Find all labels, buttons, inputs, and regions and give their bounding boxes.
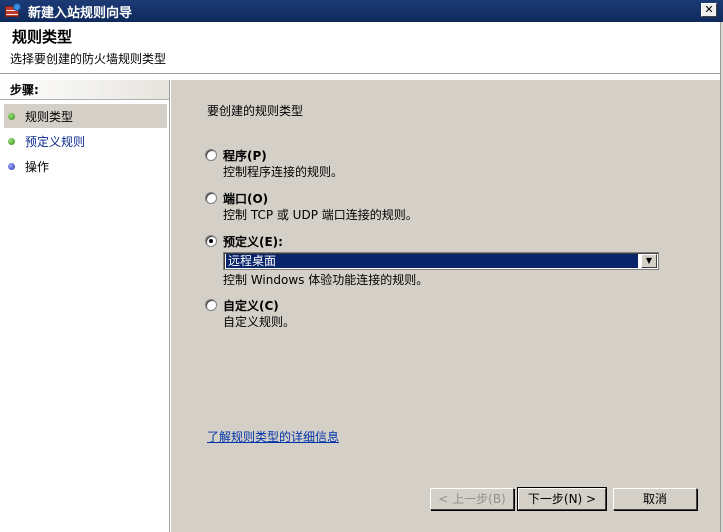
step-label: 预定义规则 [25, 134, 86, 149]
page-subtitle: 选择要创建的防火墙规则类型 [10, 52, 167, 66]
option-description: 控制 Windows 体验功能连接的规则。 [223, 273, 429, 287]
step-complete-icon [8, 112, 15, 120]
rule-type-prompt: 要创建的规则类型 [207, 104, 304, 118]
custom-radio[interactable] [205, 299, 217, 311]
cancel-button[interactable]: 取消 [613, 488, 697, 510]
steps-sidebar: 步骤: 规则类型 预定义规则 操作 [0, 80, 170, 532]
learn-more-link[interactable]: 了解规则类型的详细信息 [207, 428, 339, 445]
step-predefined-rules[interactable]: 预定义规则 [4, 129, 167, 153]
back-button[interactable]: < 上一步(B) [430, 488, 514, 510]
main-panel: 要创建的规则类型 程序(P) 控制程序连接的规则。 端口(O) 控制 TCP 或… [171, 80, 720, 532]
wizard-header: 规则类型 选择要创建的防火墙规则类型 [0, 22, 720, 74]
predefined-radio[interactable] [205, 235, 217, 247]
chevron-down-icon[interactable]: ▼ [641, 254, 657, 268]
firewall-icon [4, 3, 22, 19]
option-label: 预定义(E): [223, 235, 283, 249]
step-label: 规则类型 [25, 109, 74, 124]
predefined-rule-select[interactable]: 远程桌面 ▼ [223, 252, 659, 270]
option-description: 自定义规则。 [223, 315, 296, 329]
next-button[interactable]: 下一步(N) > [517, 487, 607, 511]
page-title: 规则类型 [12, 28, 73, 46]
title-bar: 新建入站规则向导 ✕ [0, 0, 723, 22]
option-label: 自定义(C) [223, 299, 279, 313]
select-value: 远程桌面 [226, 254, 638, 268]
step-label: 操作 [25, 159, 50, 174]
steps-heading: 步骤: [0, 80, 169, 100]
option-label: 程序(P) [223, 149, 267, 163]
program-radio[interactable] [205, 149, 217, 161]
option-description: 控制程序连接的规则。 [223, 165, 344, 179]
option-label: 端口(O) [223, 192, 269, 206]
step-rule-type[interactable]: 规则类型 [4, 104, 167, 128]
port-radio[interactable] [205, 192, 217, 204]
step-complete-icon [8, 137, 15, 145]
option-description: 控制 TCP 或 UDP 端口连接的规则。 [223, 208, 418, 222]
window-title: 新建入站规则向导 [28, 5, 133, 21]
step-pending-icon [8, 162, 15, 170]
step-action[interactable]: 操作 [4, 154, 167, 178]
close-button[interactable]: ✕ [701, 3, 717, 17]
